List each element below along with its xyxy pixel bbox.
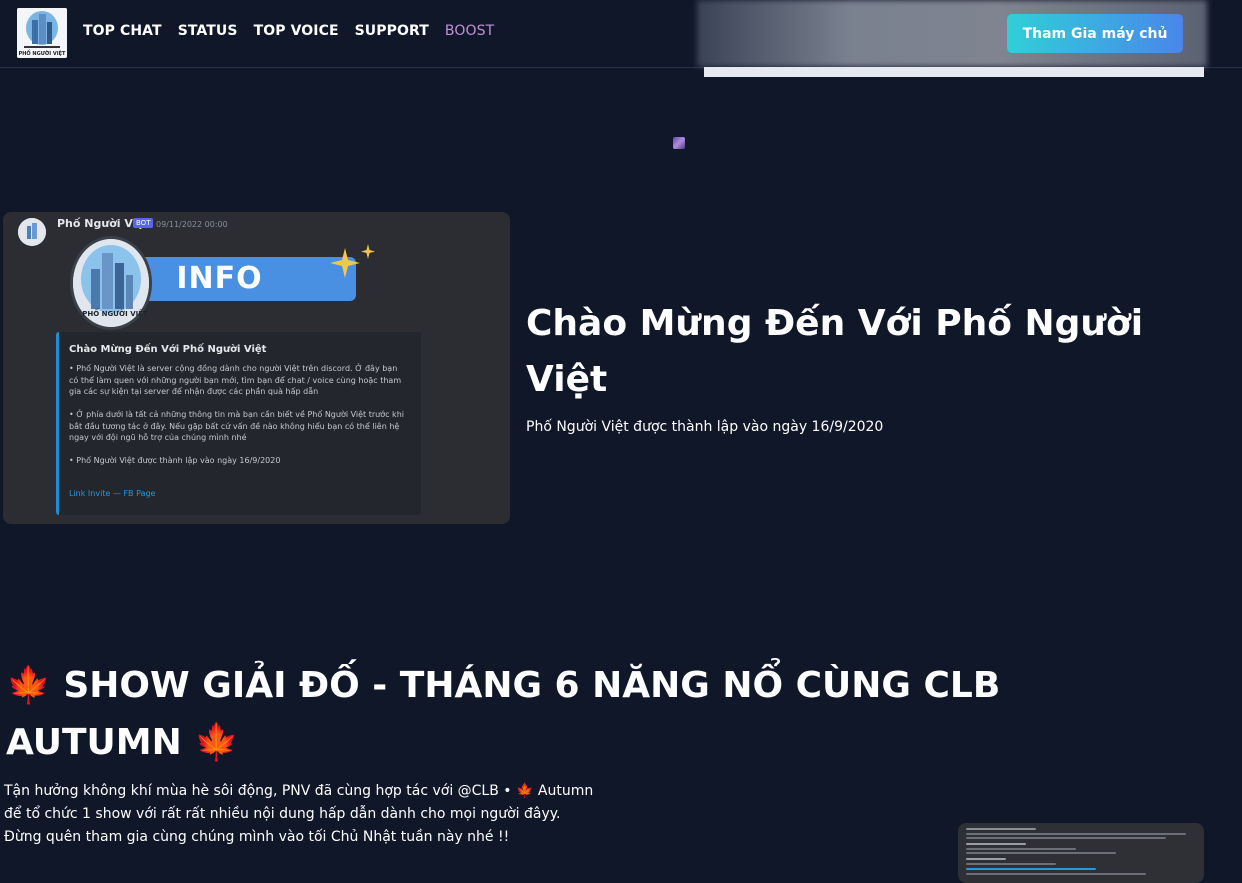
event-title: 🍁 SHOW GIẢI ĐỐ - THÁNG 6 NĂNG NỔ CÙNG CL… xyxy=(6,657,1006,771)
banner-strip xyxy=(704,67,1204,77)
maple-leaf-icon: 🍁 xyxy=(194,722,240,763)
embed-body: • Phố Người Việt là server cộng đồng dàn… xyxy=(69,364,404,465)
nav-top-chat[interactable]: TOP CHAT xyxy=(83,23,162,39)
embed-links[interactable]: Link Invite — FB Page xyxy=(69,489,155,498)
join-server-button[interactable]: Tham Gia máy chủ xyxy=(1007,14,1183,53)
top-navbar: PHỐ NGƯỜI VIỆT TOP CHAT STATUS TOP VOICE… xyxy=(0,0,1242,68)
event-title-text: SHOW GIẢI ĐỐ - THÁNG 6 NĂNG NỔ CÙNG CLB … xyxy=(6,665,1001,763)
bot-tag: BOT xyxy=(133,218,154,228)
site-logo[interactable]: PHỐ NGƯỜI VIỆT xyxy=(17,8,67,58)
message-timestamp: 09/11/2022 00:00 xyxy=(156,220,228,229)
nav-status[interactable]: STATUS xyxy=(178,23,238,39)
main-nav: TOP CHAT STATUS TOP VOICE SUPPORT BOOST xyxy=(83,23,510,39)
event-screenshot xyxy=(958,823,1204,883)
decorative-pixel-icon xyxy=(673,137,685,149)
nav-top-voice[interactable]: TOP VOICE xyxy=(254,23,339,39)
nav-support[interactable]: SUPPORT xyxy=(355,23,429,39)
info-embed: Chào Mừng Đến Với Phố Người Việt • Phố N… xyxy=(56,332,421,515)
hero-title: Chào Mừng Đến Với Phố Người Việt xyxy=(526,303,1144,400)
hero-subtitle: Phố Người Việt được thành lập vào ngày 1… xyxy=(526,419,884,435)
embed-title: Chào Mừng Đến Với Phố Người Việt xyxy=(69,344,267,355)
discord-info-screenshot: Phố Người Việt BOT 09/11/2022 00:00 INFO… xyxy=(3,212,510,524)
event-description: Tận hưởng không khí mùa hè sôi động, PNV… xyxy=(4,783,594,845)
maple-leaf-icon: 🍁 xyxy=(6,665,51,706)
sparkle-icon xyxy=(331,244,375,278)
city-logo-label: PHỐ NGƯỜI VIỆT xyxy=(82,310,148,318)
nav-boost[interactable]: BOOST xyxy=(445,23,494,39)
svg-text:PHỐ NGƯỜI VIỆT: PHỐ NGƯỜI VIỆT xyxy=(19,49,66,57)
bot-avatar xyxy=(18,218,46,246)
